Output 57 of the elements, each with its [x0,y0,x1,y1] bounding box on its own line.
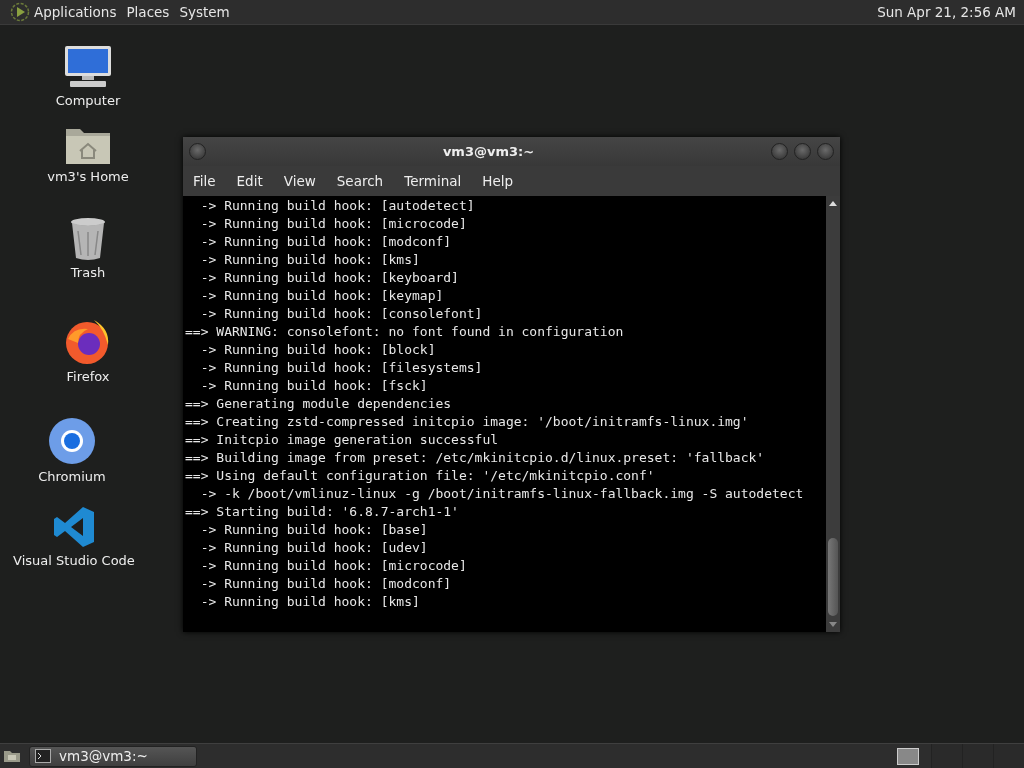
terminal-line: -> Running build hook: [microcode] [199,215,468,233]
terminal-line: -> Running build hook: [autodetect] [199,197,476,215]
terminal-line: -> Running build hook: [base] [199,521,429,539]
terminal-icon [35,749,51,763]
menu-item[interactable]: Terminal [404,173,462,189]
scrollbar[interactable] [826,196,840,632]
trash-icon[interactable] [69,217,107,261]
terminal-line: ==> Initcpio image generation successful [184,431,500,449]
scroll-thumb[interactable] [828,538,838,616]
computer-icon[interactable] [64,45,112,89]
chromium-icon[interactable] [48,417,96,465]
terminal-line: -> Running build hook: [keymap] [199,287,445,305]
terminal-line: -> -k /boot/vmlinuz-linux -g /boot/initramfs-linux-fallback.img -S autodetect [199,485,805,503]
menu-item[interactable]: File [193,173,216,189]
icon-label[interactable]: vm3's Home [47,169,129,184]
terminal-line: -> Running build hook: [modconf] [199,575,453,593]
vscode-icon[interactable] [52,505,96,549]
clock[interactable]: Sun Apr 21, 2:56 AM [877,4,1016,20]
menu-item[interactable]: Search [336,173,384,189]
panel-menu[interactable]: Places [126,4,178,20]
taskbar-button[interactable]: vm3@vm3:~ [29,745,197,767]
icon-label[interactable]: Visual Studio Code [13,553,135,568]
panel-menu[interactable]: Applications [34,4,125,20]
terminal-line: -> Running build hook: [modconf] [199,233,453,251]
terminal-line: -> Running build hook: [kms] [199,251,421,269]
title-bar[interactable]: vm3@vm3:~ [183,137,840,166]
terminal-line: -> Running build hook: [fsck] [199,377,429,395]
window-title: vm3@vm3:~ [441,144,536,159]
terminal-line: ==> Generating module dependencies [184,395,453,413]
icon-label[interactable]: Firefox [66,369,110,384]
terminal-line: -> Running build hook: [filesystems] [199,359,484,377]
terminal-line: -> Running build hook: [keyboard] [199,269,460,287]
menu-item[interactable]: View [283,173,316,189]
logo-icon[interactable] [10,2,30,22]
menu-item[interactable]: Edit [236,173,263,189]
terminal-line: ==> Using default configuration file: '/etc/mkinitcpio.conf' [184,467,656,485]
icon-label[interactable]: Trash [70,265,106,280]
minimize-button[interactable] [771,143,788,160]
panel-menu[interactable]: System [179,4,238,20]
terminal-line: ==> WARNING: consolefont: no font found in configuration [184,323,625,341]
terminal-line: -> Running build hook: [block] [199,341,437,359]
icon-label[interactable]: Chromium [38,469,106,484]
scroll-down-icon[interactable] [829,622,837,627]
terminal-line: ==> Starting build: '6.8.7-arch1-1' [184,503,460,521]
maximize-button[interactable] [794,143,811,160]
show-desktop-icon[interactable] [3,749,21,763]
scroll-up-icon[interactable] [829,201,837,206]
terminal-line: -> Running build hook: [kms] [199,593,421,611]
window-menu-button[interactable] [189,143,206,160]
terminal-line: ==> Creating zstd-compressed initcpio image: '/boot/initramfs-linux.img' [184,413,750,431]
terminal-line: ==> Building image from preset: /etc/mkinitcpio.d/linux.preset: 'fallback' [184,449,766,467]
terminal-line: -> Running build hook: [microcode] [199,557,468,575]
menu-item[interactable]: Help [482,173,514,189]
terminal-line: -> Running build hook: [consolefont] [199,305,484,323]
terminal-line: -> Running build hook: [udev] [199,539,429,557]
icon-label[interactable]: Computer [55,93,121,108]
close-button[interactable] [817,143,834,160]
